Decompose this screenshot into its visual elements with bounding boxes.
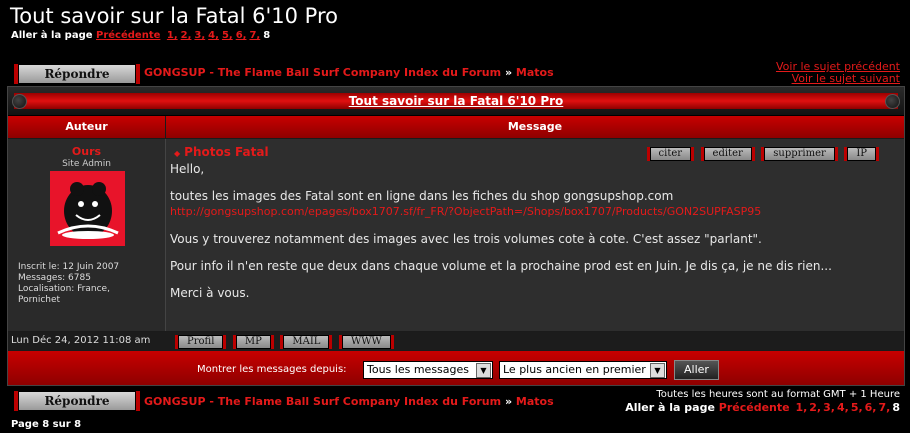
- pager-label: Aller à la page: [625, 401, 715, 414]
- topic-nav: Voir le sujet précédent Voir le sujet su…: [776, 61, 900, 85]
- profile-button[interactable]: Profil: [178, 335, 224, 349]
- message-filter-bar: Montrer les messages depuis: Tous les me…: [8, 351, 904, 385]
- avatar: [50, 171, 125, 246]
- pager-page-1[interactable]: 1,: [167, 30, 178, 41]
- post-title: ◆ Photos Fatal: [174, 145, 269, 159]
- pager-page-4[interactable]: 4,: [208, 30, 219, 41]
- author-column-header: Auteur: [8, 116, 165, 138]
- pager-page-4[interactable]: 4,: [837, 401, 849, 414]
- breadcrumb-bottom: GONGSUP - The Flame Ball Surf Company In…: [144, 395, 554, 408]
- pager-current-page: 8: [892, 401, 900, 414]
- pager-page-6[interactable]: 6,: [865, 401, 877, 414]
- edit-button[interactable]: editer: [703, 147, 752, 161]
- timezone-note: Toutes les heures sont au format GMT + 1…: [656, 389, 900, 400]
- filter-range-select[interactable]: Tous les messages ▼: [363, 361, 493, 379]
- pager-page-3[interactable]: 3,: [194, 30, 205, 41]
- private-message-button[interactable]: MP: [235, 335, 271, 349]
- breadcrumb-top: GONGSUP - The Flame Ball Surf Company In…: [144, 66, 554, 79]
- page-of-label: Page 8 sur 8: [11, 419, 82, 430]
- post-paragraph: Merci à vous.: [170, 286, 250, 300]
- pager-page-2[interactable]: 2,: [181, 30, 192, 41]
- post-actions: citer editer supprimer IP: [641, 146, 876, 161]
- post-paragraph: Hello,: [170, 162, 205, 176]
- topic-frame: Tout savoir sur la Fatal 6'10 Pro Auteur…: [7, 86, 905, 386]
- email-button[interactable]: MAIL: [283, 335, 330, 349]
- reply-button-top[interactable]: Répondre: [18, 64, 136, 84]
- message-column-header: Message: [166, 116, 904, 138]
- top-pager: Aller à la page Précédente 1, 2, 3, 4, 5, 6, 7…: [11, 30, 270, 41]
- filter-order-value: Le plus ancien en premier: [503, 363, 646, 376]
- filter-go-button[interactable]: Aller: [674, 360, 719, 380]
- bottom-pager: Toutes les heures sont au format GMT + 1…: [625, 388, 900, 414]
- author-location-city: Pornichet: [18, 295, 61, 305]
- chevron-down-icon: ▼: [650, 363, 665, 378]
- pager-label: Aller à la page: [11, 30, 93, 41]
- pager-prev-link[interactable]: Précédente: [96, 30, 160, 41]
- post-title-text: Photos Fatal: [184, 145, 269, 159]
- post-paragraph: Pour info il n'en reste que deux dans ch…: [170, 259, 832, 273]
- website-button[interactable]: WWW: [341, 335, 391, 349]
- author-location: Localisation: France,: [18, 284, 110, 294]
- post-author-name[interactable]: Ours: [8, 145, 165, 158]
- breadcrumb-sep: »: [504, 66, 513, 79]
- post-message-panel: ◆ Photos Fatal citer editer supprimer IP …: [166, 139, 904, 331]
- topic-header: Tout savoir sur la Fatal 6'10 Pro: [8, 87, 904, 116]
- post-paragraph: toutes les images des Fatal sont en lign…: [170, 188, 890, 220]
- topic-link[interactable]: Tout savoir sur la Fatal 6'10 Pro: [8, 94, 904, 108]
- filter-range-value: Tous les messages: [367, 363, 469, 376]
- post-date: Lun Déc 24, 2012 11:08 am: [11, 335, 151, 346]
- pager-page-3[interactable]: 3,: [823, 401, 835, 414]
- breadcrumb-forum-link[interactable]: GONGSUP - The Flame Ball Surf Company In…: [144, 395, 501, 408]
- pager-page-6[interactable]: 6,: [236, 30, 247, 41]
- reply-button-bottom[interactable]: Répondre: [18, 391, 136, 411]
- pager-page-7[interactable]: 7,: [249, 30, 260, 41]
- quote-button[interactable]: citer: [649, 147, 692, 161]
- breadcrumb-section-link[interactable]: Matos: [516, 66, 554, 79]
- post-author-panel: Ours Site Admin Inscrit le: 12 Juin 2007…: [8, 139, 166, 331]
- pager-current-page: 8: [263, 30, 271, 41]
- post-author-info: Inscrit le: 12 Juin 2007 Messages: 6785 …: [18, 262, 119, 306]
- bottom-pager-links: Aller à la page Précédente 1, 2, 3, 4, 5, 6, 7…: [625, 401, 900, 414]
- pager-page-7[interactable]: 7,: [879, 401, 891, 414]
- delete-button[interactable]: supprimer: [764, 147, 835, 161]
- pager-page-5[interactable]: 5,: [222, 30, 233, 41]
- post-bullet-icon: ◆: [174, 149, 181, 158]
- pager-page-2[interactable]: 2,: [809, 401, 821, 414]
- post-paragraph: Vous y trouverez notamment des images av…: [170, 232, 762, 246]
- breadcrumb-sep: »: [504, 395, 513, 408]
- post-footer: Lun Déc 24, 2012 11:08 am Profil MP MAIL…: [8, 332, 904, 350]
- pager-page-1[interactable]: 1,: [795, 401, 807, 414]
- post-author-rank: Site Admin: [62, 159, 111, 169]
- pager-prev-link[interactable]: Précédente: [719, 401, 790, 414]
- next-topic-link[interactable]: Voir le sujet suivant: [776, 73, 900, 85]
- author-joined: Inscrit le: 12 Juin 2007: [18, 262, 120, 272]
- post-shop-link[interactable]: http://gongsupshop.com/epages/box1707.sf…: [170, 204, 890, 220]
- filter-order-select[interactable]: Le plus ancien en premier ▼: [499, 361, 667, 379]
- profile-buttons: Profil MP MAIL WWW: [169, 334, 391, 349]
- breadcrumb-forum-link[interactable]: GONGSUP - The Flame Ball Surf Company In…: [144, 66, 501, 79]
- chevron-down-icon: ▼: [476, 363, 491, 378]
- page-title: Tout savoir sur la Fatal 6'10 Pro: [10, 4, 338, 28]
- breadcrumb-section-link[interactable]: Matos: [516, 395, 554, 408]
- filter-label: Montrer les messages depuis:: [197, 364, 347, 375]
- author-messages: Messages: 6785: [18, 273, 91, 283]
- post-body: Hello, toutes les images des Fatal sont …: [170, 161, 890, 312]
- pager-page-5[interactable]: 5,: [851, 401, 863, 414]
- post-paragraph-text: toutes les images des Fatal sont en lign…: [170, 189, 674, 203]
- ip-button[interactable]: IP: [847, 147, 876, 161]
